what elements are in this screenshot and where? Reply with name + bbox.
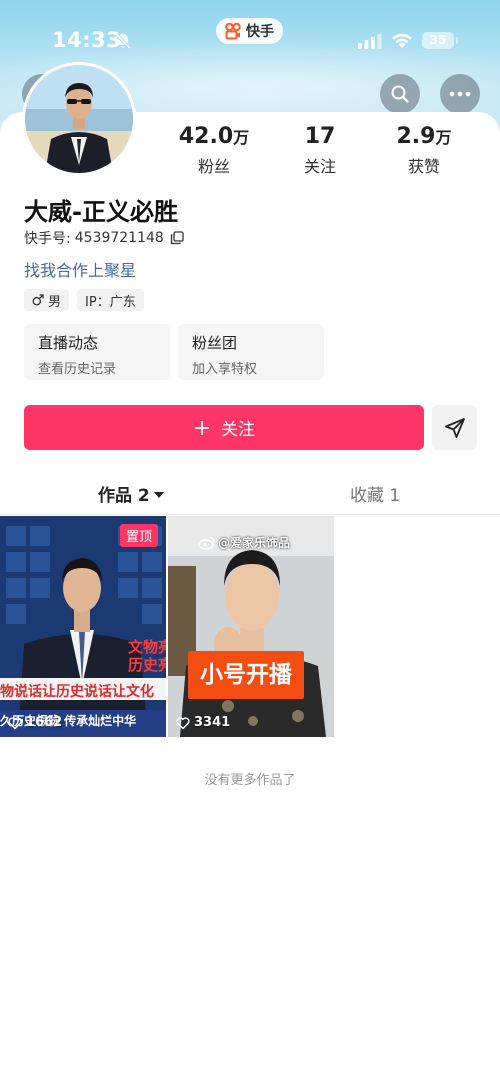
status-bar: 14:33 快手 35 bbox=[0, 0, 500, 60]
gender-tag: 男 bbox=[24, 289, 70, 311]
heart-icon bbox=[176, 716, 190, 729]
more-options-button[interactable] bbox=[440, 74, 480, 114]
tab-works-label: 作品 2 bbox=[98, 486, 150, 506]
video-likes-count: 1662 bbox=[26, 715, 63, 730]
gender-tag-label: 男 bbox=[48, 294, 62, 310]
avatar-image bbox=[25, 65, 133, 173]
stat-following-value: 17 bbox=[304, 124, 336, 149]
content-tabs: 作品 2 收藏 1 bbox=[0, 477, 500, 515]
video-watermark-text: @爱家乐饰品 bbox=[218, 536, 291, 550]
collaboration-link[interactable]: 找我合作上聚星 bbox=[24, 257, 136, 281]
video-watermark: @爱家乐饰品 bbox=[198, 534, 290, 551]
stat-likes-value: 2.9万 bbox=[396, 124, 452, 149]
video-cover-image bbox=[0, 516, 166, 737]
ip-tag: IP：广东 bbox=[77, 289, 144, 311]
kuaishou-id-label: 快手号: bbox=[24, 231, 71, 247]
video-overlay-text: 历史亮 bbox=[128, 656, 166, 674]
search-icon bbox=[391, 85, 409, 103]
video-thumbnail[interactable]: @爱家乐饰品 小号开播 3341 bbox=[168, 516, 334, 737]
video-title-overlay: 小号开播 bbox=[188, 651, 304, 699]
kuaishou-logo-icon bbox=[225, 22, 241, 40]
app-indicator[interactable]: 快手 bbox=[216, 18, 283, 44]
profile-tags: 男 IP：广东 bbox=[24, 289, 144, 311]
status-time: 14:33 bbox=[52, 28, 122, 52]
plus-icon bbox=[195, 420, 209, 435]
video-likes: 1662 bbox=[8, 715, 62, 730]
kuaishou-id-row[interactable]: 快手号: 4539721148 bbox=[24, 228, 184, 248]
stat-fans[interactable]: 42.0万 粉丝 bbox=[178, 124, 250, 177]
app-name: 快手 bbox=[246, 24, 274, 40]
share-button[interactable] bbox=[432, 405, 477, 450]
fan-club-subtitle: 加入享特权 bbox=[192, 362, 258, 377]
stat-fans-label: 粉丝 bbox=[197, 157, 230, 176]
bell-off-icon bbox=[114, 32, 132, 50]
ip-tag-label: IP：广东 bbox=[85, 294, 136, 310]
profile-name: 大威-正义必胜 bbox=[24, 198, 178, 226]
copy-icon[interactable] bbox=[170, 231, 184, 245]
fan-club-card[interactable]: 粉丝团 加入享特权 bbox=[178, 324, 324, 380]
cellular-signal-icon bbox=[358, 34, 382, 49]
stat-following-label: 关注 bbox=[303, 157, 336, 176]
dropdown-caret-icon bbox=[153, 491, 164, 498]
video-likes-count: 3341 bbox=[194, 715, 231, 730]
more-dots-icon bbox=[449, 91, 471, 97]
tab-favorites-label: 收藏 1 bbox=[350, 486, 401, 506]
heart-icon bbox=[8, 716, 22, 729]
fan-club-title: 粉丝团 bbox=[192, 334, 238, 352]
tab-favorites[interactable]: 收藏 1 bbox=[350, 481, 400, 506]
stat-likes[interactable]: 2.9万 获赞 bbox=[394, 124, 454, 177]
stat-likes-label: 获赞 bbox=[407, 157, 440, 176]
tab-works[interactable]: 作品 2 bbox=[98, 481, 164, 506]
no-more-works-text: 没有更多作品了 bbox=[204, 773, 296, 788]
live-history-card[interactable]: 直播动态 查看历史记录 bbox=[24, 324, 170, 380]
pinned-badge: 置顶 bbox=[119, 524, 158, 547]
video-likes: 3341 bbox=[176, 715, 230, 730]
follow-button-label: 关注 bbox=[221, 420, 255, 440]
male-symbol-icon bbox=[32, 294, 44, 306]
avatar[interactable] bbox=[22, 62, 136, 176]
stat-following[interactable]: 17 关注 bbox=[294, 124, 346, 177]
stat-fans-value: 42.0万 bbox=[178, 124, 250, 149]
live-history-subtitle: 查看历史记录 bbox=[38, 362, 117, 377]
weibo-logo-icon bbox=[198, 536, 215, 550]
video-caption: 物说话让历史说话让文化 bbox=[0, 684, 154, 700]
search-button[interactable] bbox=[380, 74, 420, 114]
wifi-icon bbox=[392, 33, 412, 48]
paper-plane-icon bbox=[444, 417, 465, 438]
follow-button[interactable]: 关注 bbox=[24, 405, 424, 450]
video-thumbnail[interactable]: 置顶 文物亮 历史亮 物说话让历史说话让文化 久历史根脉 传承灿烂中华 1662 bbox=[0, 516, 166, 737]
live-history-title: 直播动态 bbox=[38, 334, 99, 352]
kuaishou-id-value: 4539721148 bbox=[74, 230, 164, 246]
battery-indicator: 35 bbox=[422, 32, 458, 49]
